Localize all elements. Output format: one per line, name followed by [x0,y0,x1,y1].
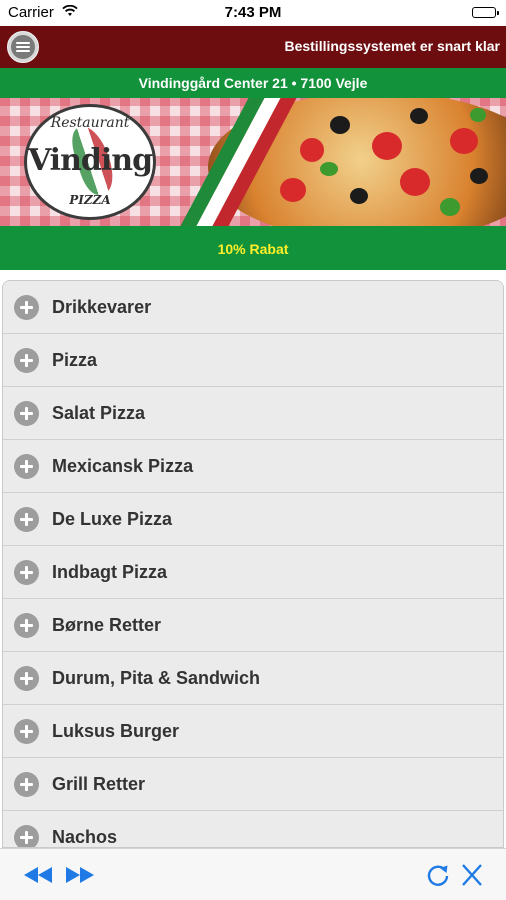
plus-icon [14,666,39,691]
plus-icon [14,348,39,373]
category-item-salat-pizza[interactable]: Salat Pizza [3,387,503,440]
plus-icon [14,507,39,532]
category-item-luksus-burger[interactable]: Luksus Burger [3,705,503,758]
plus-icon [14,295,39,320]
restaurant-banner: Restaurant Vinding PIZZA [0,98,506,226]
plus-icon [14,825,39,847]
logo-restaurant-text: Restaurant [50,115,130,131]
battery-icon [472,7,499,18]
reload-icon [427,865,449,886]
ordering-status-text: Bestillingssystemet er snart klar [284,38,500,54]
plus-icon [14,772,39,797]
category-label: Mexicansk Pizza [52,456,194,476]
category-item-indbagt-pizza[interactable]: Indbagt Pizza [3,546,503,599]
category-label: Nachos [52,827,118,847]
category-label: Pizza [52,350,98,370]
logo-pizza-text: PIZZA [69,193,111,207]
category-label: Salat Pizza [52,403,146,423]
plus-icon [14,560,39,585]
back-button[interactable] [22,861,54,889]
bottom-toolbar [0,848,506,900]
fast-forward-icon [66,867,94,883]
category-item-nachos[interactable]: Nachos [3,811,503,847]
close-icon [462,864,482,886]
category-label: Børne Retter [52,615,162,635]
close-button[interactable] [456,861,488,889]
clock: 7:43 PM [224,4,282,21]
forward-button[interactable] [64,861,96,889]
category-item-grill-retter[interactable]: Grill Retter [3,758,503,811]
category-item-de-luxe-pizza[interactable]: De Luxe Pizza [3,493,503,546]
category-label: Luksus Burger [52,721,180,741]
address-bar: Vindinggård Center 21 • 7100 Vejle [0,68,506,98]
top-header: Bestillingssystemet er snart klar [0,26,506,68]
category-item-drikkevarer[interactable]: Drikkevarer [3,281,503,334]
menu-button[interactable] [7,31,39,63]
plus-icon [14,401,39,426]
reload-button[interactable] [422,861,454,889]
plus-icon [14,454,39,479]
category-label: Durum, Pita & Sandwich [52,668,261,688]
category-label: De Luxe Pizza [52,509,173,529]
logo-name-text: Vinding [27,143,153,178]
category-item-pizza[interactable]: Pizza [3,334,503,387]
category-label: Drikkevarer [52,297,152,317]
plus-icon [14,719,39,744]
category-list[interactable]: Drikkevarer Pizza Salat Pizza Mexicansk … [2,280,504,848]
category-item-mexicansk-pizza[interactable]: Mexicansk Pizza [3,440,503,493]
discount-bar: 10% Rabat [0,226,506,270]
status-bar: Carrier 7:43 PM [0,0,506,26]
category-label: Indbagt Pizza [52,562,168,582]
hamburger-menu-icon [11,35,35,59]
plus-icon [14,613,39,638]
category-item-borne-retter[interactable]: Børne Retter [3,599,503,652]
rewind-icon [24,867,52,883]
category-label: Grill Retter [52,774,146,794]
category-item-durum-pita-sandwich[interactable]: Durum, Pita & Sandwich [3,652,503,705]
restaurant-logo: Restaurant Vinding PIZZA [24,104,156,220]
